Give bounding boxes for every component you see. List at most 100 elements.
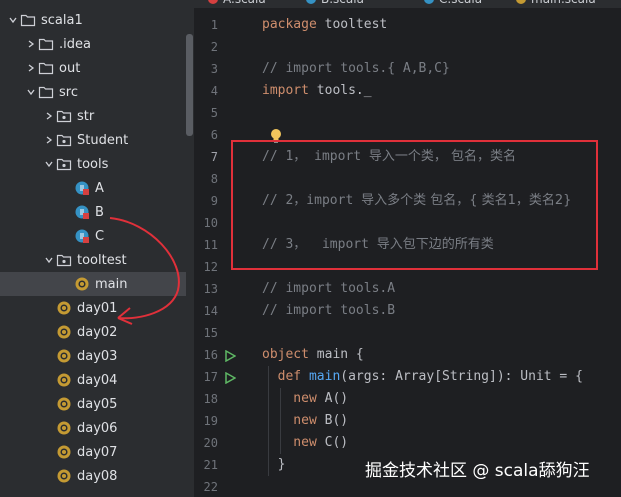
line-number: 22 [203,480,218,494]
tree-item-label: tools [77,156,109,172]
tab-c-scala[interactable]: C.scala [424,0,482,8]
code-token: main [308,369,341,384]
line-number: 2 [210,40,218,54]
tree-item-label: src [59,84,78,100]
line-number: 9 [210,194,218,208]
folder-icon [38,36,54,52]
tree-item-label: out [59,60,81,76]
code-line[interactable]: new C() [262,432,348,454]
tab-b-scala[interactable]: B.scala [306,0,364,8]
line-number: 5 [210,106,218,120]
scala-class-icon [74,204,90,220]
scala-object-icon [56,420,72,436]
tab-label: main.scala [531,0,596,6]
tree-item-label: day08 [77,468,118,484]
tree-item-label: tooltest [77,252,127,268]
tree-item-src[interactable]: src [0,80,194,104]
tree-item-label: C [95,228,105,244]
code-line[interactable]: def main(args: Array[String]): Unit = { [262,366,583,388]
chevron-down-icon[interactable] [6,8,20,32]
code-line[interactable]: // import tools.A [262,278,395,300]
scala-class-icon [74,180,90,196]
line-number: 6 [210,128,218,142]
line-number: 20 [203,436,218,450]
tree-item-label: day05 [77,396,118,412]
tree-item-day06[interactable]: day06 [0,416,194,440]
line-number: 7 [210,150,218,164]
tree-item-day05[interactable]: day05 [0,392,194,416]
tree-item-str[interactable]: str [0,104,194,128]
line-number: 21 [203,458,218,472]
tree-item-day07[interactable]: day07 [0,440,194,464]
scala-object-icon [56,468,72,484]
chevron-right-icon[interactable] [24,32,38,56]
chevron-down-icon[interactable] [24,80,38,104]
run-icon[interactable] [224,372,236,384]
scala-class-icon [74,228,90,244]
chevron-right-icon[interactable] [42,104,56,128]
tree-item-label: main [95,276,128,292]
tab-label: A.scala [223,0,266,6]
code-token: A() [324,391,349,406]
folder-icon [38,60,54,76]
tree-item-b[interactable]: B [0,200,194,224]
tree-item-label: day01 [77,300,118,316]
code-line[interactable]: object main { [262,344,364,366]
tree-item-day03[interactable]: day03 [0,344,194,368]
chevron-right-icon[interactable] [24,56,38,80]
line-number: 18 [203,392,218,406]
code-line[interactable]: // import tools.B [262,300,395,322]
tree-item-student[interactable]: Student [0,128,194,152]
tree-item-label: str [77,108,95,124]
code-line[interactable]: new B() [262,410,348,432]
code-token: (args: Array[String]): Unit = { [340,369,583,384]
tree-item-tooltest[interactable]: tooltest [0,248,194,272]
tree-item-day08[interactable]: day08 [0,464,194,488]
chevron-down-icon[interactable] [42,152,56,176]
tab-label: B.scala [321,0,364,6]
indent-guide [268,366,269,476]
watermark: 掘金技术社区 @ scala舔狗汪 [365,461,590,481]
tab-main-scala[interactable]: main.scala [516,0,596,8]
package-icon [56,156,72,172]
tree-item-tools[interactable]: tools [0,152,194,176]
code-token: main { [316,347,364,362]
code-line[interactable]: package tooltest [262,14,387,36]
tree-item-c[interactable]: C [0,224,194,248]
code-token: new [262,435,325,450]
chevron-right-icon[interactable] [42,128,56,152]
chevron-down-icon[interactable] [42,248,56,272]
tree-item-label: Student [77,132,129,148]
tree-item-main[interactable]: main [0,272,186,296]
line-number: 17 [203,370,218,384]
tree-item-a[interactable]: A [0,176,194,200]
scala-object-icon [56,300,72,316]
scala-object-icon [56,324,72,340]
tree-item-scala1[interactable]: scala1 [0,8,194,32]
code-line[interactable]: import tools._ [262,80,372,102]
project-tree-scrollbar[interactable] [186,34,193,136]
scala-file-icon [424,0,434,4]
tree-item-day04[interactable]: day04 [0,368,194,392]
tree-item-out[interactable]: out [0,56,194,80]
tree-item-label: day04 [77,372,118,388]
scala-object-icon [56,444,72,460]
tree-item-day02[interactable]: day02 [0,320,194,344]
tab-a-scala[interactable]: A.scala [208,0,266,8]
code-line[interactable]: new A() [262,388,348,410]
code-token: new [262,413,325,428]
line-number: 12 [203,260,218,274]
tree-item--idea[interactable]: .idea [0,32,194,56]
run-icon[interactable] [224,350,236,362]
tree-item-day01[interactable]: day01 [0,296,194,320]
project-tree-panel: scala1 .idea out src str Student tools A B Ctoolt… [0,0,194,497]
code-line[interactable]: // import tools.{ A,B,C} [262,58,450,80]
code-line[interactable]: } [262,454,286,476]
